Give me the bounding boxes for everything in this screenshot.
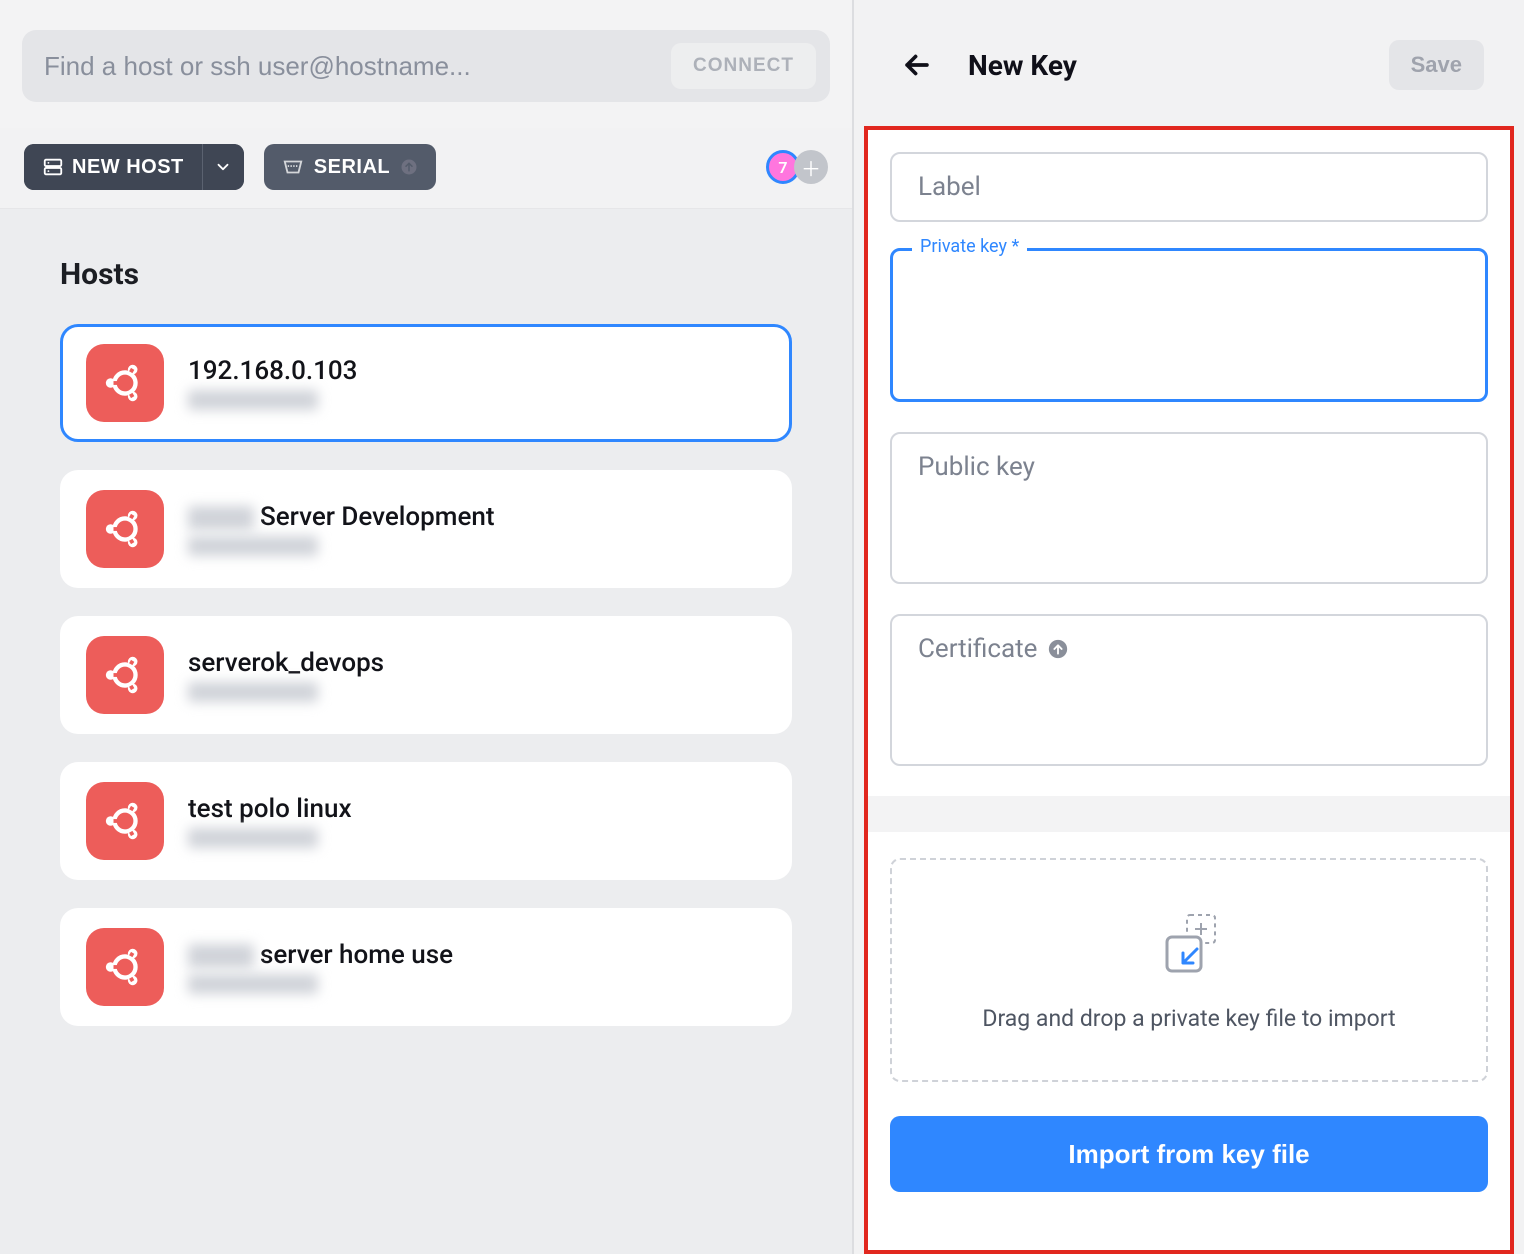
new-host-label: NEW HOST [72,156,184,179]
host-subtitle-redacted [188,974,318,994]
ubuntu-icon [102,652,148,698]
ubuntu-icon [102,944,148,990]
dropzone[interactable]: Drag and drop a private key file to impo… [890,858,1488,1082]
toolbar: NEW HOST SERIAL [0,128,852,209]
host-os-icon [86,344,164,422]
chevron-down-icon [214,158,232,176]
serial-label: SERIAL [314,156,390,179]
serial-icon [282,158,304,176]
certificate-textarea[interactable] [890,614,1488,766]
host-card[interactable]: 192.168.0.103 [60,324,792,442]
server-icon [42,156,64,178]
arrow-left-icon [900,48,934,82]
hosts-list: 192.168.0.103 Server Development servero… [60,324,792,1026]
add-badge-button[interactable]: ＋ [794,150,828,184]
host-os-icon [86,636,164,714]
certificate-field-wrap: Certificate [890,614,1488,770]
host-subtitle-redacted [188,682,318,702]
dropzone-icon [1153,909,1225,981]
private-key-field-wrap: Private key * [890,248,1488,406]
host-subtitle-redacted [188,536,318,556]
search-input[interactable] [44,51,671,82]
new-key-form: Label Private key * Public key Certifica… [864,126,1514,1254]
ubuntu-icon [102,506,148,552]
serial-button[interactable]: SERIAL [264,144,436,190]
host-title: test polo linux [188,794,352,824]
new-host-button[interactable]: NEW HOST [24,144,202,190]
host-title: server home use [188,940,453,970]
hosts-heading: Hosts [60,257,792,292]
private-key-float-label: Private key * [912,236,1027,257]
dropzone-text: Drag and drop a private key file to impo… [982,1005,1395,1032]
label-input[interactable] [890,152,1488,222]
host-card[interactable]: Server Development [60,470,792,588]
section-divider [868,796,1510,832]
host-os-icon [86,490,164,568]
page-title: New Key [968,49,1077,82]
ubuntu-icon [102,798,148,844]
connect-button[interactable]: CONNECT [671,43,816,89]
host-os-icon [86,928,164,1006]
search-bar: CONNECT [0,0,852,128]
save-button[interactable]: Save [1389,40,1484,90]
right-header: New Key Save [854,0,1524,126]
public-key-textarea[interactable] [890,432,1488,584]
host-os-icon [86,782,164,860]
host-card[interactable]: serverok_devops [60,616,792,734]
arrow-up-badge-icon [400,158,418,176]
new-host-dropdown[interactable] [202,144,244,190]
host-card[interactable]: test polo linux [60,762,792,880]
private-key-textarea[interactable] [890,248,1488,402]
host-card[interactable]: server home use [60,908,792,1026]
host-title: 192.168.0.103 [188,356,357,386]
host-title: serverok_devops [188,648,384,678]
ubuntu-icon [102,360,148,406]
back-button[interactable] [894,42,940,88]
host-subtitle-redacted [188,828,318,848]
host-title: Server Development [188,502,495,532]
label-field-wrap: Label [890,152,1488,222]
public-key-field-wrap: Public key [890,432,1488,588]
host-subtitle-redacted [188,390,318,410]
import-from-file-button[interactable]: Import from key file [890,1116,1488,1192]
